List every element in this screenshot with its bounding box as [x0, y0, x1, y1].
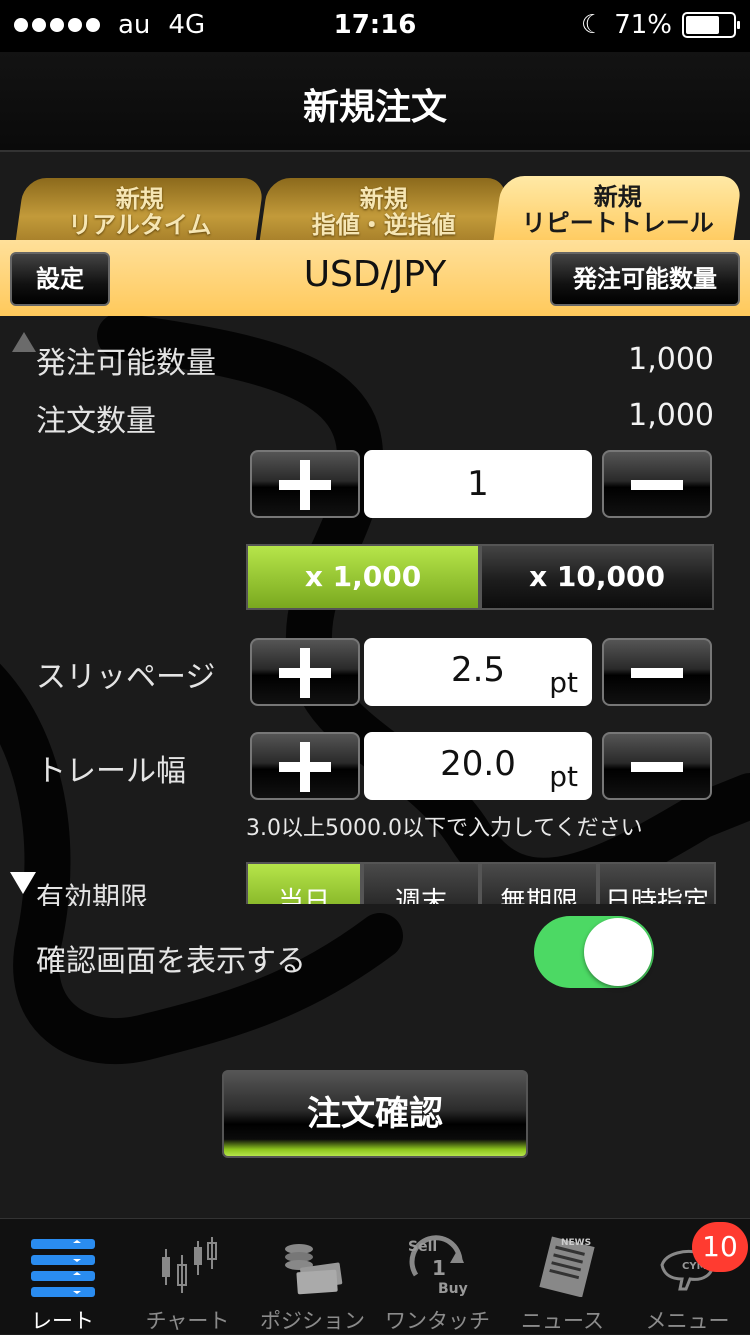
tab-repeat-trail[interactable]: 新規 リピートトレール	[493, 176, 743, 240]
settings-button[interactable]: 設定	[10, 252, 110, 306]
expiry-label: 有効期限	[36, 881, 149, 906]
expiry-datetime-button[interactable]: 日時指定	[598, 862, 716, 904]
tabbar-label: ポジション	[260, 1309, 365, 1333]
tabbar-item-one-touch[interactable]: Sell 1 Buy ワンタッチ	[375, 1219, 500, 1335]
order-confirm-button[interactable]: 注文確認	[222, 1070, 528, 1158]
one-touch-icon: Sell 1 Buy	[408, 1235, 468, 1297]
tabbar-item-news[interactable]: NEWS ニュース	[500, 1219, 625, 1335]
qty-plus-button[interactable]	[250, 450, 360, 518]
one-touch-icon-one: 1	[432, 1256, 446, 1280]
expiry-options: 当日 週末 無期限 日時指定	[246, 862, 716, 904]
tabbar-item-chart[interactable]: チャート	[125, 1219, 250, 1335]
tab-label-line1: 新規	[115, 185, 164, 213]
chart-icon	[162, 1237, 217, 1293]
page-title: 新規注文	[302, 87, 447, 128]
confirm-screen-label: 確認画面を表示する	[36, 944, 306, 979]
trail-width-hint: 3.0以上5000.0以下で入力してください	[246, 816, 643, 841]
one-touch-icon-buy: Buy	[438, 1281, 468, 1297]
minus-icon	[631, 480, 683, 490]
tab-label-line2: リアルタイム	[68, 211, 212, 239]
available-qty-button[interactable]: 発注可能数量	[550, 252, 740, 306]
one-touch-icon-sell: Sell	[408, 1239, 437, 1255]
news-icon: NEWS	[539, 1236, 595, 1297]
order-header-bar: USD/JPY 設定 発注可能数量	[0, 240, 750, 316]
tab-realtime[interactable]: 新規 リアルタイム	[15, 178, 265, 242]
tabbar-label: レート	[31, 1309, 94, 1333]
toggle-knob	[584, 918, 652, 986]
slippage-input[interactable]: 2.5 pt	[364, 638, 592, 706]
available-qty-value: 1,000	[628, 342, 714, 377]
status-right: ☾ 71%	[580, 10, 740, 40]
battery-icon	[682, 12, 740, 38]
battery-fill	[686, 16, 719, 34]
expiry-unlimited-button[interactable]: 無期限	[480, 862, 598, 904]
plus-icon-vertical	[300, 648, 310, 698]
order-type-tabs: 新規 リアルタイム 新規 指値・逆指値 新規 リピートトレール	[0, 170, 750, 242]
news-icon-text: NEWS	[561, 1238, 591, 1248]
battery-percent: 71%	[614, 10, 672, 40]
trail-plus-button[interactable]	[250, 732, 360, 800]
tab-label-line1: 新規	[593, 183, 642, 211]
tabbar-label: メニュー	[645, 1309, 730, 1333]
tabbar-item-position[interactable]: ポジション	[250, 1219, 375, 1335]
tabbar-label: ワンタッチ	[385, 1309, 490, 1333]
scroll-up-arrow-icon[interactable]	[12, 332, 36, 352]
tabbar-label: チャート	[145, 1309, 230, 1333]
tab-label-line2: リピートトレール	[521, 209, 714, 237]
slippage-unit: pt	[549, 666, 578, 699]
qty-minus-button[interactable]	[602, 450, 712, 518]
order-qty-value: 1,000	[628, 398, 714, 433]
expiry-weekend-button[interactable]: 週末	[362, 862, 480, 904]
position-icon	[285, 1244, 343, 1295]
qty-input[interactable]: 1	[364, 450, 592, 518]
moon-icon: ☾	[580, 10, 605, 40]
navigation-bar: 新規注文	[0, 52, 750, 152]
plus-icon-vertical	[300, 742, 310, 792]
tabbar-item-rate[interactable]: レート	[0, 1219, 125, 1335]
minus-icon	[631, 762, 683, 772]
expiry-today-button[interactable]: 当日	[246, 862, 362, 904]
available-qty-label: 発注可能数量	[36, 346, 216, 381]
confirm-screen-toggle[interactable]	[534, 916, 654, 988]
menu-notification-badge: 10	[692, 1222, 748, 1272]
rate-icon	[31, 1239, 95, 1297]
trail-width-label: トレール幅	[36, 754, 186, 789]
slippage-plus-button[interactable]	[250, 638, 360, 706]
slippage-label: スリッページ	[36, 660, 216, 695]
minus-icon	[631, 668, 683, 678]
scroll-down-arrow-icon[interactable]	[10, 872, 36, 894]
multiplier-1000-button[interactable]: x 1,000	[246, 544, 480, 610]
tabbar-label: ニュース	[521, 1309, 604, 1333]
order-qty-label: 注文数量	[36, 404, 156, 439]
trail-minus-button[interactable]	[602, 732, 712, 800]
bottom-tab-bar: レート チャート ポジション Sell 1 Buy ワンタッチ NEWS ニュー…	[0, 1218, 750, 1334]
trail-width-input[interactable]: 20.0 pt	[364, 732, 592, 800]
slippage-minus-button[interactable]	[602, 638, 712, 706]
tab-limit-stop[interactable]: 新規 指値・逆指値	[259, 178, 509, 242]
plus-icon-vertical	[300, 460, 310, 510]
tab-label-line1: 新規	[359, 185, 408, 213]
qty-input-value: 1	[467, 464, 489, 504]
status-bar: au 4G 17:16 ☾ 71%	[0, 0, 750, 52]
multiplier-10000-button[interactable]: x 10,000	[480, 544, 714, 610]
tab-label-line2: 指値・逆指値	[311, 211, 456, 239]
trail-width-unit: pt	[549, 760, 578, 793]
